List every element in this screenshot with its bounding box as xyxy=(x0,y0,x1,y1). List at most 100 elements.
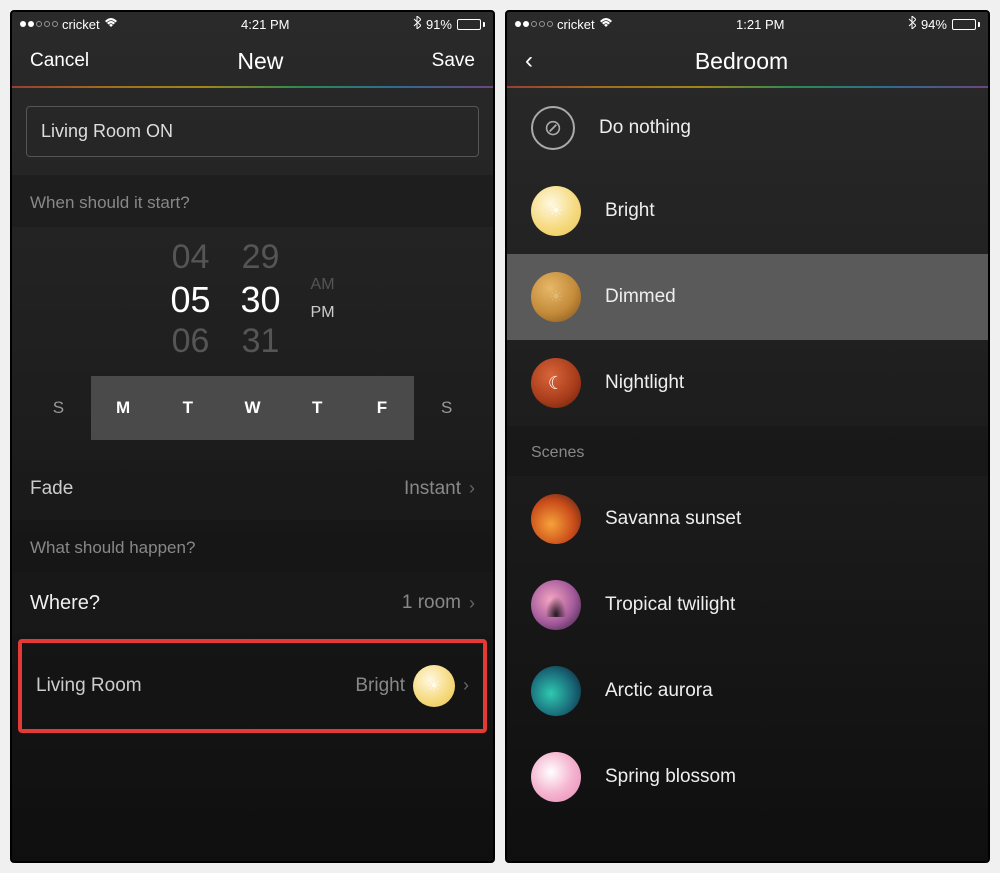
minute-prev: 29 xyxy=(242,237,280,278)
preset-bright[interactable]: ☀ Bright xyxy=(507,168,988,254)
clock-label: 1:21 PM xyxy=(736,17,784,32)
minute-next: 31 xyxy=(242,321,280,362)
day-thu[interactable]: T xyxy=(285,376,350,440)
signal-dots-icon xyxy=(515,21,553,27)
day-fri[interactable]: F xyxy=(350,376,415,440)
status-right: 94% xyxy=(908,16,980,32)
scene-savanna-sunset[interactable]: Savanna sunset xyxy=(507,476,988,562)
chevron-right-icon: › xyxy=(469,478,475,499)
nav-bar: Cancel New Save xyxy=(12,36,493,86)
status-bar: cricket 1:21 PM 94% xyxy=(507,12,988,36)
scene-label: Savanna sunset xyxy=(605,508,741,530)
cancel-button[interactable]: Cancel xyxy=(30,50,89,72)
moon-icon: ☾ xyxy=(548,373,564,394)
content-right: ⊘ Do nothing ☀ Bright ☀ Dimmed ☾ xyxy=(507,88,988,861)
fade-label: Fade xyxy=(30,478,73,500)
back-button[interactable]: ‹ xyxy=(525,47,533,75)
day-tue[interactable]: T xyxy=(155,376,220,440)
battery-icon xyxy=(952,19,980,30)
scene-label: Tropical twilight xyxy=(605,594,735,616)
spring-icon xyxy=(531,752,581,802)
tropical-icon xyxy=(531,580,581,630)
preset-label: Do nothing xyxy=(599,117,691,139)
am-label: AM xyxy=(311,276,335,294)
scene-arctic-aurora[interactable]: Arctic aurora xyxy=(507,648,988,734)
hour-picker[interactable]: 04 05 06 xyxy=(170,237,210,362)
room-row-highlight: Living Room Bright ☀ › xyxy=(18,639,487,733)
routine-name-section: Living Room ON xyxy=(12,88,493,175)
scene-tropical-twilight[interactable]: Tropical twilight xyxy=(507,562,988,648)
bright-icon: ☀ xyxy=(531,186,581,236)
scenes-list: Savanna sunset Tropical twilight Arctic … xyxy=(507,476,988,820)
day-mon[interactable]: M xyxy=(91,376,156,440)
nav-bar: ‹ Bedroom xyxy=(507,36,988,86)
palm-icon xyxy=(544,593,568,617)
room-scene-group: Bright ☀ › xyxy=(355,665,469,707)
clock-label: 4:21 PM xyxy=(241,17,289,32)
sun-icon: ☀ xyxy=(531,272,581,322)
fade-row[interactable]: Fade Instant › xyxy=(12,458,493,520)
where-row[interactable]: Where? 1 room › xyxy=(12,572,493,635)
preset-nightlight[interactable]: ☾ Nightlight xyxy=(507,340,988,426)
nav-title: Bedroom xyxy=(695,48,788,75)
routine-name-input[interactable]: Living Room ON xyxy=(26,106,479,157)
scenes-header: Scenes xyxy=(507,426,988,476)
days-row: S M T W T F S xyxy=(12,376,493,458)
battery-pct-label: 91% xyxy=(426,17,452,32)
ampm-picker[interactable]: AM PM xyxy=(311,276,335,322)
fade-value: Instant xyxy=(404,478,461,500)
minute-value: 30 xyxy=(241,278,281,321)
status-left: cricket xyxy=(515,17,613,32)
preset-label: Nightlight xyxy=(605,372,684,394)
where-value: 1 room xyxy=(402,592,461,614)
status-left: cricket xyxy=(20,17,118,32)
carrier-label: cricket xyxy=(557,17,595,32)
phone-right: cricket 1:21 PM 94% ‹ Bedroom ⊘ xyxy=(505,10,990,863)
hour-value: 05 xyxy=(170,278,210,321)
preset-label: Bright xyxy=(605,200,655,222)
chevron-right-icon: › xyxy=(463,675,469,696)
room-name: Living Room xyxy=(36,675,142,697)
bluetooth-icon xyxy=(413,16,421,32)
arctic-icon xyxy=(531,666,581,716)
status-bar: cricket 4:21 PM 91% xyxy=(12,12,493,36)
phone-left: cricket 4:21 PM 91% Cancel New Save Livi… xyxy=(10,10,495,863)
chevron-right-icon: › xyxy=(469,593,475,614)
day-sun[interactable]: S xyxy=(26,376,91,440)
dimmed-icon: ☀ xyxy=(531,272,581,322)
sun-icon: ☀ xyxy=(531,186,581,236)
minute-picker[interactable]: 29 30 31 xyxy=(241,237,281,362)
time-picker[interactable]: 04 05 06 29 30 31 AM PM xyxy=(12,227,493,376)
room-row[interactable]: Living Room Bright ☀ › xyxy=(22,643,483,729)
battery-icon xyxy=(457,19,485,30)
bright-scene-icon: ☀ xyxy=(413,665,455,707)
preset-list: ⊘ Do nothing ☀ Bright ☀ Dimmed ☾ xyxy=(507,88,988,426)
room-scene-label: Bright xyxy=(355,675,405,697)
null-icon: ⊘ xyxy=(544,115,562,141)
preset-do-nothing[interactable]: ⊘ Do nothing xyxy=(507,88,988,168)
savanna-icon xyxy=(531,494,581,544)
nav-title: New xyxy=(237,48,283,75)
nightlight-icon: ☾ xyxy=(531,358,581,408)
where-value-group: 1 room › xyxy=(402,592,475,614)
sun-icon: ☀ xyxy=(413,665,455,707)
status-right: 91% xyxy=(413,16,485,32)
section-when-header: When should it start? xyxy=(12,175,493,227)
hour-next: 06 xyxy=(172,321,210,362)
wifi-icon xyxy=(104,17,118,31)
scene-spring-blossom[interactable]: Spring blossom xyxy=(507,734,988,820)
hour-prev: 04 xyxy=(172,237,210,278)
bluetooth-icon xyxy=(908,16,916,32)
preset-label: Dimmed xyxy=(605,286,676,308)
preset-dimmed[interactable]: ☀ Dimmed xyxy=(507,254,988,340)
divider-rainbow xyxy=(507,86,988,88)
carrier-label: cricket xyxy=(62,17,100,32)
where-label: Where? xyxy=(30,592,100,615)
save-button[interactable]: Save xyxy=(432,50,475,72)
day-wed[interactable]: W xyxy=(220,376,285,440)
pm-label: PM xyxy=(311,304,335,322)
wifi-icon xyxy=(599,17,613,31)
divider-rainbow xyxy=(12,86,493,88)
section-what-header: What should happen? xyxy=(12,520,493,572)
day-sat[interactable]: S xyxy=(414,376,479,440)
